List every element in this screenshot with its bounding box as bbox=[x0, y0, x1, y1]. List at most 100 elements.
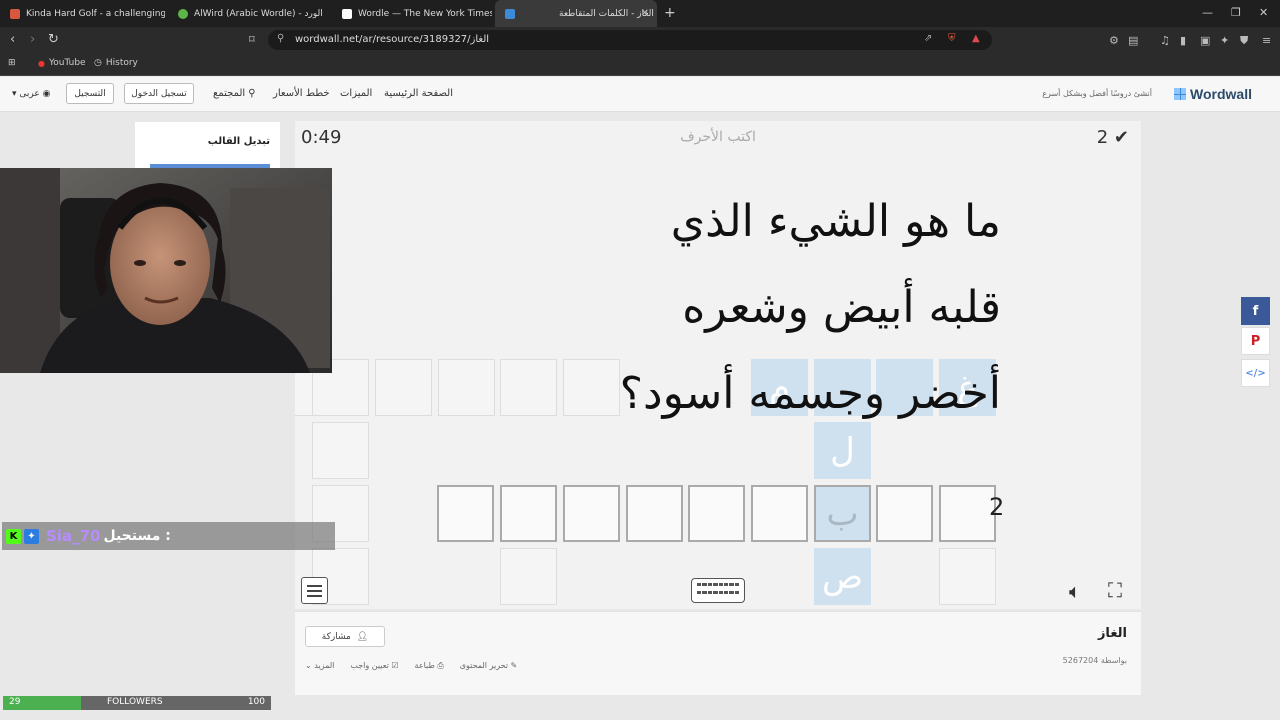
url-field[interactable]: ⚲ wordwall.net/ar/resource/3189327/الغاز… bbox=[268, 30, 992, 50]
selected-word-cell[interactable] bbox=[626, 485, 683, 542]
menu-button[interactable] bbox=[301, 577, 328, 604]
more-link[interactable]: المزيد ⌄ bbox=[305, 661, 334, 671]
hamburger-icon bbox=[307, 584, 322, 587]
keyboard-button[interactable] bbox=[691, 578, 745, 603]
bookmarks-bar: ⊞ ● YouTube ◷ History bbox=[0, 53, 1280, 76]
link-label: المزيد bbox=[314, 661, 335, 670]
instruction-text: اكتب الأحرف bbox=[680, 129, 756, 145]
tab-wordle[interactable]: Wordle — The New York Times bbox=[332, 0, 492, 27]
rewards-icon[interactable]: ▲ bbox=[972, 33, 980, 44]
language-label: عربى bbox=[19, 89, 40, 99]
nav-pricing[interactable]: خطط الأسعار bbox=[273, 88, 330, 99]
followers-goal-bar: 29 FOLLOWERS 100 bbox=[3, 696, 271, 710]
share-label: مشاركة bbox=[321, 631, 351, 642]
crossword-game: 0:49 اكتب الأحرف 2 ✔ م غ ل ب ص 2 ما هو ا… bbox=[295, 121, 1141, 609]
reader-icon[interactable]: ▤ bbox=[1128, 34, 1138, 47]
selected-word-cell[interactable] bbox=[751, 485, 808, 542]
nav-home[interactable]: الصفحة الرئيسية bbox=[384, 88, 453, 99]
wallet-icon[interactable]: ▣ bbox=[1200, 34, 1210, 47]
ai-icon[interactable]: ✦ bbox=[1220, 34, 1229, 47]
close-tab-icon[interactable]: ✕ bbox=[641, 8, 649, 19]
chat-username: Sia_70 bbox=[46, 527, 101, 545]
youtube-icon: ● bbox=[38, 58, 45, 68]
close-window-icon[interactable]: ✕ bbox=[1259, 6, 1268, 19]
crossword-cell[interactable] bbox=[939, 548, 996, 605]
tab-wordwall-active[interactable]: الغاز - الكلمات المتقاطعة ✕ bbox=[495, 0, 657, 27]
tab-title: Wordle — The New York Times bbox=[358, 8, 492, 19]
followers-current: 29 bbox=[9, 697, 21, 707]
brave-shield-icon[interactable]: ⛨ bbox=[948, 33, 956, 44]
score-value: 2 bbox=[1096, 127, 1109, 148]
sidebar-icon[interactable]: ▮ bbox=[1180, 34, 1186, 47]
golf-favicon-icon bbox=[10, 8, 20, 19]
clock-icon: ◷ bbox=[94, 58, 102, 68]
nav-features[interactable]: الميزات bbox=[340, 88, 372, 99]
sound-icon[interactable]: 🔈︎ bbox=[1069, 579, 1081, 603]
cell-letter: ص bbox=[821, 556, 864, 597]
forward-icon[interactable]: › bbox=[30, 32, 35, 47]
vpn-icon[interactable]: ⛊ bbox=[1240, 34, 1248, 48]
selected-word-cell[interactable] bbox=[876, 485, 933, 542]
cell-letter: ب bbox=[826, 493, 859, 534]
wordwall-favicon-icon bbox=[505, 8, 515, 19]
followers-label: FOLLOWERS bbox=[107, 697, 163, 707]
signup-button[interactable]: التسجيل bbox=[66, 83, 114, 104]
site-info-icon[interactable]: ⚲ bbox=[277, 33, 284, 44]
followers-goal: 100 bbox=[247, 697, 265, 707]
crossword-cell[interactable] bbox=[312, 422, 369, 479]
tab-alwird[interactable]: AlWird (Arabic Wordle) - الورد bbox=[168, 0, 330, 27]
selected-word-cell[interactable] bbox=[688, 485, 745, 542]
question-line: قلبه أبيض وشعره bbox=[682, 282, 1001, 333]
print-link[interactable]: ⎙ طباعة bbox=[415, 661, 444, 671]
reload-icon[interactable]: ↻ bbox=[48, 32, 59, 47]
minimize-icon[interactable]: — bbox=[1202, 6, 1213, 19]
question-line: ما هو الشيء الذي bbox=[670, 196, 1001, 247]
switch-template-title: تبديل القالب bbox=[207, 136, 270, 147]
selected-word-cell[interactable] bbox=[563, 485, 620, 542]
new-tab-icon[interactable]: + bbox=[664, 5, 676, 21]
language-selector[interactable]: ▾ عربى ◉ bbox=[12, 89, 50, 99]
user-icon: 👤︎ bbox=[356, 631, 369, 642]
alwird-favicon-icon bbox=[178, 8, 188, 19]
assign-homework-link[interactable]: ☑ تعيين واجب bbox=[350, 661, 398, 671]
share-page-icon[interactable]: ⇗ bbox=[924, 33, 932, 44]
back-icon[interactable]: ‹ bbox=[10, 32, 15, 47]
selected-word-cell[interactable] bbox=[437, 485, 494, 542]
pinterest-icon[interactable]: P bbox=[1241, 327, 1270, 355]
clue-number: 2 bbox=[989, 493, 1005, 521]
site-header: Wordwall أنشئ دروسًا أفضل وبشكل أسرع الص… bbox=[0, 77, 1280, 112]
extension-icon[interactable]: ⚙ bbox=[1109, 34, 1119, 47]
facebook-icon[interactable]: f bbox=[1241, 297, 1270, 325]
globe-icon: ◉ bbox=[42, 89, 51, 99]
restore-icon[interactable]: ❐ bbox=[1231, 6, 1241, 19]
url-text: wordwall.net/ar/resource/3189327/الغاز bbox=[295, 34, 490, 45]
tagline: أنشئ دروسًا أفضل وبشكل أسرع bbox=[1042, 89, 1152, 98]
tab-kinda-hard-golf[interactable]: Kinda Hard Golf - a challenging daily bbox=[0, 0, 165, 27]
nav-community[interactable]: المجتمع ⚲ bbox=[213, 88, 256, 99]
login-button[interactable]: تسجيل الدخول bbox=[124, 83, 194, 104]
bookmark-icon[interactable]: ⌑ bbox=[249, 33, 255, 46]
crossword-cell[interactable] bbox=[375, 359, 432, 416]
check-icon: ✔ bbox=[1113, 127, 1129, 148]
bookmark-youtube[interactable]: ● YouTube bbox=[38, 58, 86, 68]
embed-icon[interactable]: </> bbox=[1241, 359, 1270, 387]
link-label: تحرير المحتوى bbox=[459, 661, 509, 670]
address-bar-row: ‹ › ↻ ⌑ ⚲ wordwall.net/ar/resource/31893… bbox=[0, 27, 1280, 53]
bookmark-history[interactable]: ◷ History bbox=[94, 58, 138, 68]
share-button[interactable]: مشاركة 👤︎ bbox=[305, 626, 385, 647]
selected-word-cell-filled[interactable]: ب bbox=[814, 485, 871, 542]
wordwall-logo[interactable]: Wordwall bbox=[1174, 86, 1252, 102]
logo-text: Wordwall bbox=[1190, 86, 1252, 102]
bookmark-label: History bbox=[105, 58, 138, 68]
menu-icon[interactable]: ≡ bbox=[1262, 34, 1271, 47]
music-icon[interactable]: ♫ bbox=[1160, 34, 1170, 47]
crossword-cell-highlighted[interactable]: ص bbox=[814, 548, 871, 605]
selected-word-cell[interactable] bbox=[500, 485, 557, 542]
activity-title: الغاز bbox=[1097, 626, 1127, 641]
selected-word-cell[interactable] bbox=[939, 485, 996, 542]
fullscreen-icon[interactable]: ⛶ bbox=[1108, 578, 1122, 602]
clue-question: ما هو الشيء الذي قلبه أبيض وشعره أخضر وج… bbox=[441, 179, 1001, 437]
apps-grid-icon[interactable]: ⊞ bbox=[8, 58, 16, 68]
edit-content-link[interactable]: ✎ تحرير المحتوى bbox=[460, 661, 518, 671]
crossword-cell[interactable] bbox=[500, 548, 557, 605]
